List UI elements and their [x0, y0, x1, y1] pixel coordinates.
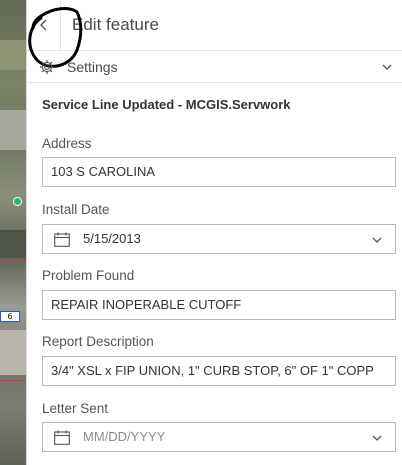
- map-imagery-patch: [0, 330, 26, 375]
- address-field[interactable]: 103 S CAROLINA: [42, 157, 396, 187]
- map-view[interactable]: 6: [0, 0, 26, 465]
- problem-found-label: Problem Found: [42, 268, 135, 283]
- chevron-down-icon: [372, 435, 382, 441]
- chevron-down-icon: [372, 237, 382, 243]
- map-label-tag: 6: [0, 311, 20, 322]
- report-description-field[interactable]: 3/4" XSL x FIP UNION, 1" CURB STOP, 6" O…: [42, 356, 396, 386]
- calendar-icon: [54, 232, 70, 247]
- page-title: Edit feature: [72, 15, 159, 34]
- map-imagery-patch: [0, 110, 26, 150]
- map-imagery-patch: [0, 230, 26, 258]
- install-date-label: Install Date: [42, 202, 110, 217]
- report-description-label: Report Description: [42, 334, 154, 349]
- address-label: Address: [42, 136, 92, 151]
- letter-sent-label: Letter Sent: [42, 401, 109, 416]
- calendar-icon: [54, 430, 70, 445]
- map-red-line: [0, 260, 26, 261]
- map-feature-marker[interactable]: [13, 197, 22, 206]
- settings-toggle[interactable]: Settings: [27, 51, 402, 83]
- chevron-down-icon: [382, 64, 392, 70]
- edit-feature-panel: Edit feature Settings Service Line Updat…: [26, 0, 402, 465]
- letter-sent-field[interactable]: MM/DD/YYYY: [42, 422, 396, 452]
- chevron-left-icon: [39, 19, 46, 31]
- problem-found-field[interactable]: REPAIR INOPERABLE CUTOFF: [42, 290, 396, 320]
- settings-label: Settings: [67, 59, 118, 75]
- install-date-field[interactable]: 5/15/2013: [42, 224, 396, 254]
- panel-header: Edit feature: [27, 0, 402, 68]
- layer-title: Service Line Updated - MCGIS.Servwork: [42, 97, 291, 112]
- map-imagery-patch: [0, 40, 26, 70]
- letter-sent-placeholder: MM/DD/YYYY: [83, 429, 166, 444]
- install-date-value: 5/15/2013: [83, 231, 141, 246]
- gear-icon: [39, 59, 55, 75]
- map-red-line: [0, 380, 26, 381]
- back-button[interactable]: [27, 0, 61, 50]
